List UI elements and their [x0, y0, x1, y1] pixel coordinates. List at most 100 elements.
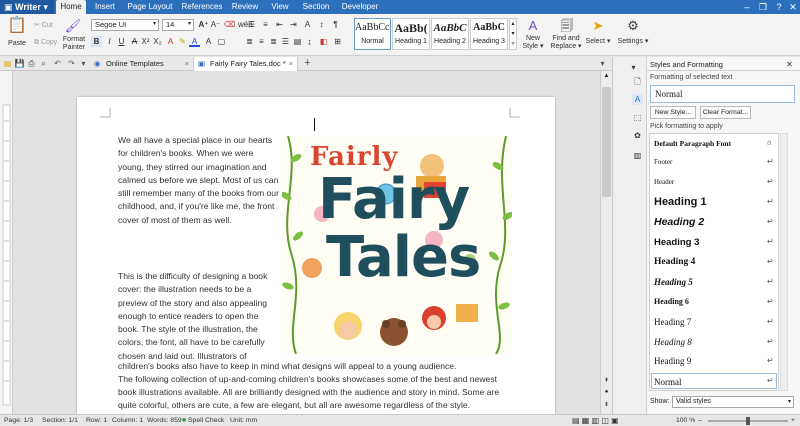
vertical-scrollbar[interactable]: ▲ ⇞ ● ⇟ [600, 71, 612, 414]
decrease-indent-icon[interactable]: ⇤ [274, 19, 285, 30]
align-center-icon[interactable]: ≡ [256, 36, 267, 47]
char-shading-icon[interactable]: A [203, 36, 214, 47]
tab-view[interactable]: View [266, 0, 294, 14]
tab-page-layout[interactable]: Page Layout [126, 0, 174, 14]
numbering-icon[interactable]: ≡ [260, 19, 271, 30]
sort-icon[interactable]: ↕ [316, 19, 327, 30]
format-painter-button[interactable]: Format Painter [60, 36, 88, 52]
find-replace-icon[interactable]: 🗐 [558, 18, 576, 34]
bold-icon[interactable]: B [91, 36, 102, 47]
new-style-icon[interactable]: A [524, 18, 542, 34]
align-right-icon[interactable]: ≣ [268, 36, 279, 47]
chevron-down-icon[interactable]: ▾ [153, 20, 156, 27]
new-tab-icon[interactable]: + [302, 58, 313, 69]
font-color-icon[interactable]: A [189, 36, 200, 47]
redo-icon[interactable]: ↷ [66, 58, 77, 69]
style-item-heading-2[interactable]: Heading 2 [654, 216, 774, 228]
clear-formatting-icon[interactable]: ⌫ [224, 19, 235, 30]
char-border-icon[interactable]: ▢ [216, 36, 227, 47]
paragraph-line[interactable]: children's books also have to keep in mi… [118, 360, 518, 373]
zoom-in-icon[interactable]: + [791, 415, 795, 426]
increase-indent-icon[interactable]: ⇥ [288, 19, 299, 30]
expand-pane-icon[interactable]: ▾ [628, 62, 639, 73]
tab-online-templates[interactable]: ◉ Online Templates × [90, 57, 194, 71]
print-preview-icon[interactable]: ⌕ [38, 58, 49, 69]
style-item-heading-7[interactable]: Heading 7 [654, 317, 774, 327]
style-normal[interactable]: AaBbCcI Normal [354, 18, 391, 50]
grow-font-icon[interactable]: A⁺ [198, 19, 209, 30]
tab-home[interactable]: Home [56, 0, 86, 14]
style-heading-3[interactable]: AaBbC Heading 3 [470, 18, 508, 50]
tab-section[interactable]: Section [298, 0, 334, 14]
paste-button[interactable]: Paste [2, 40, 32, 48]
style-heading-2[interactable]: AaBbC Heading 2 [431, 18, 469, 50]
style-item-heading-3[interactable]: Heading 3 [654, 237, 774, 248]
undo-icon[interactable]: ↶ [52, 58, 63, 69]
spell-check-status[interactable]: ■ Spell Check [182, 415, 224, 426]
superscript-icon[interactable]: X² [140, 36, 151, 47]
paragraph-line[interactable]: book illustrations available. All are br… [118, 386, 518, 399]
format-painter-icon[interactable]: 🖌 [64, 18, 82, 34]
settings-button[interactable]: Settings ▾ [614, 38, 652, 46]
status-words[interactable]: Words: 859 [147, 415, 182, 426]
shrink-font-icon[interactable]: A⁻ [210, 19, 221, 30]
style-item-heading-5[interactable]: Heading 5 [654, 277, 774, 287]
zoom-slider-thumb[interactable] [746, 417, 750, 425]
text-effect-icon[interactable]: A [165, 36, 176, 47]
next-page-icon[interactable]: ⇟ [602, 401, 611, 410]
styles-pane-icon[interactable]: A [632, 94, 643, 105]
restore-icon[interactable]: ❐ [756, 1, 770, 13]
shading-icon[interactable]: ◧ [318, 36, 329, 47]
line-spacing-icon[interactable]: ↨ [304, 36, 315, 47]
tab-references[interactable]: References [180, 0, 224, 14]
clipart-icon[interactable]: ✿ [632, 130, 643, 141]
style-item-heading-4[interactable]: Heading 4 [654, 257, 774, 267]
style-item-heading-8[interactable]: Heading 8 [654, 337, 774, 347]
close-panel-icon[interactable]: ✕ [784, 59, 795, 70]
close-icon[interactable]: ✕ [786, 1, 800, 13]
book-cover-image[interactable]: Fairly Fairy Tales [282, 136, 512, 354]
tab-review[interactable]: Review [228, 0, 262, 14]
open-icon[interactable]: ▤ [2, 58, 13, 69]
chevron-down-icon[interactable]: ▾ [188, 20, 191, 27]
show-marks-icon[interactable]: ¶ [330, 19, 341, 30]
paragraph-line[interactable]: quite colorful, others are cute, a few a… [118, 399, 518, 412]
navigation-icon[interactable]: ▥ [632, 150, 643, 161]
new-style-button[interactable]: New Style ▾ [518, 35, 548, 51]
tab-insert[interactable]: Insert [90, 0, 120, 14]
help-icon[interactable]: ? [772, 1, 786, 13]
align-left-icon[interactable]: ≣ [244, 36, 255, 47]
style-item-normal[interactable]: Normal [654, 377, 774, 387]
highlight-icon[interactable]: ✎ [177, 36, 188, 47]
style-item-footer[interactable]: Footer [654, 158, 774, 166]
show-filter-select[interactable]: Valid styles ▾ [672, 396, 794, 408]
style-list-scrollbar[interactable] [780, 133, 788, 391]
style-item-heading-9[interactable]: Heading 9 [654, 356, 774, 366]
paragraph-2[interactable]: This is the difficulty of designing a bo… [118, 270, 280, 363]
customize-icon[interactable]: ▾ [78, 58, 89, 69]
new-doc-icon[interactable]: 🗋 [632, 76, 643, 87]
scroll-thumb[interactable] [602, 87, 611, 197]
styles-scroll[interactable]: ▴ ▾ ▿ [509, 18, 517, 50]
close-tab-icon[interactable]: × [185, 57, 189, 70]
app-menu-button[interactable]: ▣ Writer ▾ [0, 0, 54, 14]
new-style-button[interactable]: New Style... [650, 106, 696, 119]
paragraph-line[interactable]: The following collection of up-and-comin… [118, 373, 518, 386]
status-page[interactable]: Page: 1/3 [4, 415, 33, 426]
justify-icon[interactable]: ☰ [280, 36, 291, 47]
settings-icon[interactable]: ⚙ [624, 18, 642, 34]
close-tab-icon[interactable]: × [289, 57, 293, 70]
tab-fairly-fairy-tales[interactable]: ▣ Fairly Fairy Tales.doc * × [194, 57, 298, 71]
select-browse-icon[interactable]: ● [602, 389, 611, 398]
scroll-up-icon[interactable]: ▲ [602, 73, 611, 82]
style-item-heading-6[interactable]: Heading 6 [654, 297, 774, 306]
paste-icon[interactable]: 📋 [6, 18, 28, 36]
style-heading-1[interactable]: AaBb(Heading 1 [392, 18, 430, 50]
clear-format-button[interactable]: Clear Format... [700, 106, 751, 119]
select-icon[interactable]: ➤ [590, 18, 606, 34]
prev-page-icon[interactable]: ⇞ [602, 377, 611, 386]
selection-pane-icon[interactable]: ⬚ [632, 112, 643, 123]
cut-button[interactable]: ✂ Cut [34, 22, 58, 30]
minimize-icon[interactable]: – [740, 1, 754, 13]
subscript-icon[interactable]: X₂ [152, 36, 163, 47]
